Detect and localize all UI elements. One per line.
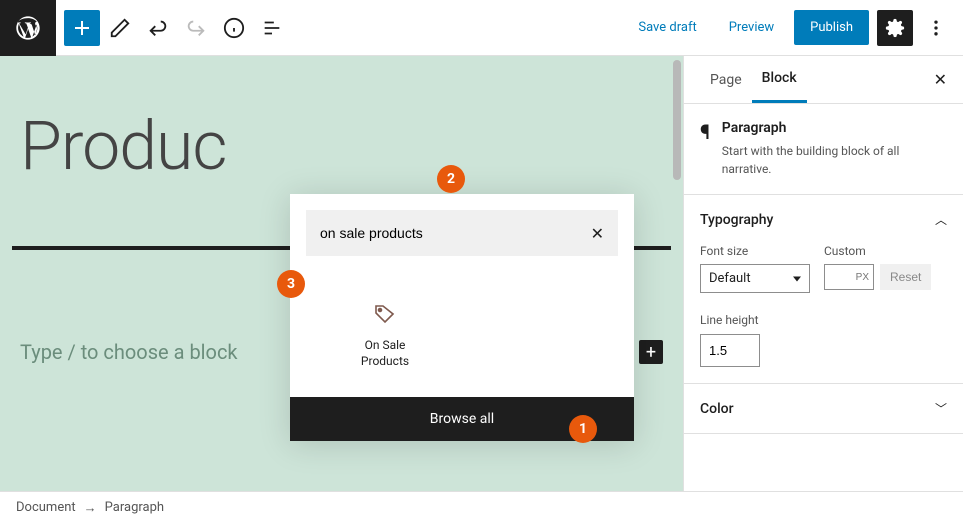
wordpress-logo[interactable] (0, 0, 56, 56)
save-draft-button[interactable]: Save draft (626, 12, 708, 43)
line-height-input[interactable] (700, 334, 760, 367)
color-section-toggle[interactable]: Color ﹀ (700, 400, 947, 417)
clear-search-icon[interactable]: ✕ (591, 224, 604, 243)
outline-button[interactable] (254, 10, 290, 46)
close-sidebar-icon[interactable]: ✕ (934, 70, 947, 89)
custom-label: Custom (824, 244, 931, 258)
block-result-item[interactable]: On Sale Products (340, 302, 430, 369)
preview-button[interactable]: Preview (717, 12, 786, 43)
inserter-search-input[interactable] (320, 225, 591, 241)
annotation-1: 1 (569, 415, 597, 443)
paragraph-icon: ¶ (700, 120, 710, 178)
publish-button[interactable]: Publish (794, 10, 869, 45)
custom-size-input[interactable] (824, 264, 874, 290)
redo-button[interactable] (178, 10, 214, 46)
info-button[interactable] (216, 10, 252, 46)
typography-section-toggle[interactable]: Typography ︿ (700, 211, 947, 228)
breadcrumb: Document → Paragraph (0, 491, 963, 523)
inline-add-block-button[interactable]: + (639, 340, 663, 364)
chevron-down-icon: ﹀ (935, 400, 947, 417)
line-height-label: Line height (700, 313, 759, 327)
add-block-button[interactable] (64, 10, 100, 46)
scrollbar[interactable] (673, 60, 681, 180)
more-options-button[interactable] (921, 10, 951, 46)
annotation-2: 2 (437, 165, 465, 193)
font-size-label: Font size (700, 244, 810, 258)
page-title[interactable]: Produc (0, 56, 683, 206)
tab-page[interactable]: Page (700, 58, 752, 102)
edit-icon[interactable] (102, 10, 138, 46)
chevron-up-icon: ︿ (935, 211, 947, 228)
settings-button[interactable] (877, 10, 913, 46)
breadcrumb-root[interactable]: Document (16, 500, 76, 515)
breadcrumb-item[interactable]: Paragraph (105, 500, 164, 515)
settings-sidebar: Page Block ✕ ¶ Paragraph Start with the … (683, 56, 963, 491)
undo-button[interactable] (140, 10, 176, 46)
tag-icon (373, 302, 397, 330)
font-size-select[interactable]: Default (700, 264, 810, 293)
block-description: Start with the building block of all nar… (722, 142, 947, 178)
annotation-3: 3 (277, 270, 305, 298)
block-name: Paragraph (722, 120, 947, 136)
block-inserter-popup: ✕ On Sale Products Browse all (290, 194, 634, 441)
block-result-label: On Sale Products (340, 338, 430, 369)
reset-button[interactable]: Reset (880, 264, 931, 290)
tab-block[interactable]: Block (752, 56, 807, 103)
